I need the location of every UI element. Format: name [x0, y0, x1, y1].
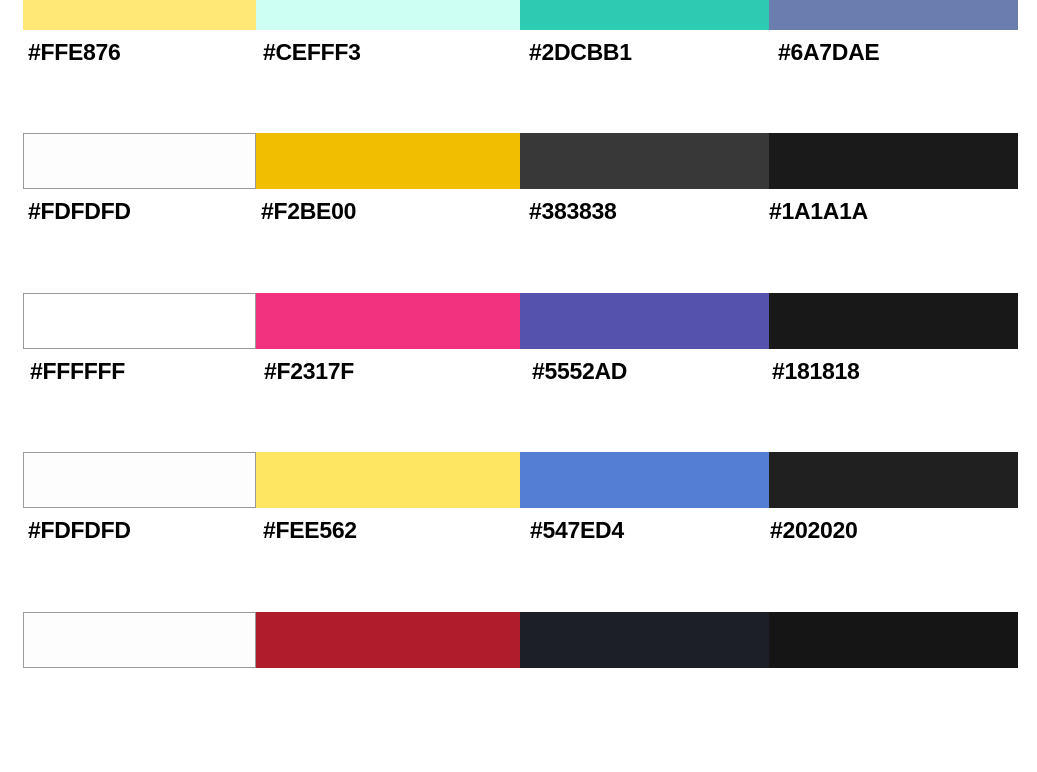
color-swatch [23, 612, 256, 668]
hex-code-label: #FDFDFD [28, 198, 131, 224]
hex-code-label: #202020 [770, 517, 858, 543]
color-swatch [256, 0, 520, 30]
color-swatch [23, 133, 256, 189]
color-swatch [769, 452, 1018, 508]
color-swatch [256, 293, 520, 349]
hex-code-label: #383838 [529, 198, 617, 224]
color-swatch [520, 293, 769, 349]
color-swatch [769, 293, 1018, 349]
hex-code-label: #1A1A1A [769, 198, 868, 224]
color-swatch [256, 133, 520, 189]
color-swatch [520, 0, 769, 30]
hex-code-label: #FFE876 [28, 39, 121, 65]
palette-row: #FFFFFF #F2317F #5552AD #181818 [23, 293, 1018, 453]
color-swatch [769, 133, 1018, 189]
color-swatch [23, 0, 256, 30]
hex-code-label: #2DCBB1 [529, 39, 632, 65]
hex-code-label: #CEFFF3 [263, 39, 361, 65]
color-swatch [256, 452, 520, 508]
palette-row: #FDFDFD #F2BE00 #383838 #1A1A1A [23, 133, 1018, 293]
palette-row: #FFE876 #CEFFF3 #2DCBB1 #6A7DAE [23, 0, 1018, 134]
palette-row: #FDFDFD #FEE562 #547ED4 #202020 [23, 452, 1018, 612]
hex-code-label: #FDFDFD [28, 517, 131, 543]
hex-code-label: #5552AD [532, 358, 628, 384]
hex-code-label: #6A7DAE [778, 39, 880, 65]
color-swatch [520, 612, 769, 668]
color-swatch [520, 452, 769, 508]
hex-code-label: #FFFFFF [30, 358, 125, 384]
color-swatch [23, 452, 256, 508]
hex-code-label: #FEE562 [263, 517, 357, 543]
hex-code-label: #181818 [772, 358, 860, 384]
color-swatch [769, 0, 1018, 30]
palette-row [23, 612, 1018, 772]
hex-code-label: #F2317F [264, 358, 354, 384]
color-swatch [520, 133, 769, 189]
hex-code-label: #547ED4 [530, 517, 624, 543]
hex-code-label: #F2BE00 [261, 198, 357, 224]
color-swatch [256, 612, 520, 668]
color-swatch [23, 293, 256, 349]
color-swatch [769, 612, 1018, 668]
